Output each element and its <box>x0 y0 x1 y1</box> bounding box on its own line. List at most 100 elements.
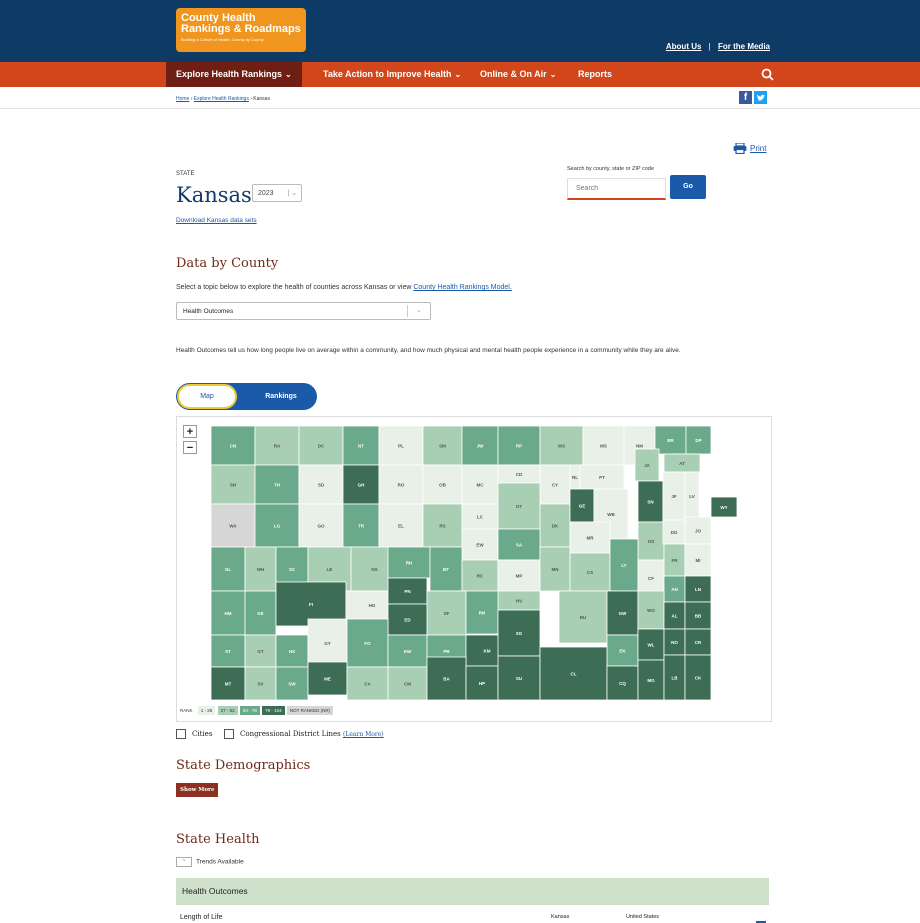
breadcrumb-sep: › <box>190 96 193 102</box>
county-label: AT <box>679 461 685 466</box>
county-label: RP <box>516 444 522 449</box>
legend-bin: 53 - 78 <box>239 706 260 715</box>
county-label: MG <box>647 678 655 683</box>
county-label: GW <box>619 611 628 616</box>
nav-label: Online & On Air <box>480 69 547 79</box>
legend-bin: NOT RANKED (NR) <box>286 706 334 715</box>
data-by-county-intro: Select a topic below to explore the heal… <box>176 284 512 291</box>
twitter-icon[interactable] <box>754 91 767 104</box>
health-rankings-model-link[interactable]: County Health Rankings Model. <box>413 284 511 291</box>
nav-reports[interactable]: Reports <box>578 62 612 87</box>
about-us-link[interactable]: About Us <box>666 42 702 51</box>
districts-label: Congressional District Lines <box>240 730 341 738</box>
county-label: LE <box>327 567 333 572</box>
county-label: JF <box>671 494 677 499</box>
nav-take-action[interactable]: Take Action to Improve Health ⌄ <box>323 62 461 87</box>
legend-bin: 79 - 104 <box>262 706 285 715</box>
county-label: LN <box>695 587 701 592</box>
county-label: SF <box>444 611 450 616</box>
county-label: RO <box>398 483 405 488</box>
trends-label: Trends Available <box>196 858 244 866</box>
cities-checkbox[interactable] <box>176 729 186 739</box>
county-label: KM <box>484 649 491 654</box>
chevron-down-icon: ⌄ <box>285 70 292 79</box>
county-label: SH <box>230 483 236 488</box>
county-label: PL <box>398 444 404 449</box>
show-more-button[interactable]: Show More <box>176 783 219 797</box>
print-button[interactable]: Print <box>733 142 766 155</box>
county-label: DK <box>552 524 559 529</box>
nav-explore-health-rankings[interactable]: Explore Health Rankings ⌄ <box>166 62 302 87</box>
search-icon[interactable] <box>760 67 776 83</box>
zoom-out-button[interactable]: − <box>183 441 197 454</box>
county-label: GT <box>257 649 264 654</box>
legend-label: RANK <box>180 708 193 713</box>
county-label: WL <box>648 643 655 648</box>
county-label: CS <box>587 570 593 575</box>
county-label: AL <box>672 614 678 619</box>
map-legend: RANK 1 - 26 27 - 52 53 - 78 79 - 104 NOT… <box>177 706 334 716</box>
chevron-down-icon: ⌄ <box>407 305 430 317</box>
main-nav: Explore Health Rankings ⌄ Take Action to … <box>0 62 920 87</box>
rankings-view-option[interactable]: Rankings <box>246 383 316 410</box>
county-label: SM <box>439 444 446 449</box>
search-go-button[interactable]: Go <box>670 175 706 199</box>
topic-select[interactable]: Health Outcomes ⌄ <box>176 302 431 320</box>
county-label: JO <box>695 529 702 534</box>
county-label: FO <box>364 641 371 646</box>
county-label: ST <box>225 649 231 654</box>
row-label: Length of Life <box>180 914 223 921</box>
breadcrumb-home[interactable]: Home <box>176 96 189 102</box>
breadcrumb: Home › Explore Health Rankings › Kansas <box>176 96 270 102</box>
county-label: OB <box>439 483 447 488</box>
year-value: 2023 <box>258 190 274 197</box>
top-header: County Health Rankings & Roadmaps Buildi… <box>0 0 920 62</box>
county-label: NO <box>671 640 678 645</box>
download-data-link[interactable]: Download Kansas data sets <box>176 217 257 224</box>
county-label: LV <box>689 494 694 499</box>
legend-bin: 1 - 26 <box>197 706 216 715</box>
state-demographics-heading: State Demographics <box>176 758 311 773</box>
county-label: MT <box>225 682 232 687</box>
view-toggle: Map Rankings <box>176 383 317 410</box>
learn-more-link[interactable]: (Learn More) <box>343 731 384 738</box>
county-label: CL <box>571 672 577 677</box>
county-label: SC <box>289 567 296 572</box>
nav-online-on-air[interactable]: Online & On Air ⌄ <box>480 62 556 87</box>
site-logo[interactable]: County Health Rankings & Roadmaps Buildi… <box>176 8 306 52</box>
county-label: NM <box>636 444 643 449</box>
year-select[interactable]: 2023 | ⌄ <box>252 184 302 202</box>
health-outcomes-section[interactable]: Health Outcomes <box>176 878 769 905</box>
county-map[interactable]: CN RA DC NT PL SM JW RP WS MS NM BR DP SH TH SD GH RO OB MC… <box>177 417 771 703</box>
cities-toggle[interactable]: Cities <box>176 729 212 739</box>
county-label: SN <box>647 500 653 505</box>
utility-links: About Us | For the Media <box>666 42 770 51</box>
for-the-media-link[interactable]: For the Media <box>718 42 770 51</box>
state-title: Kansas <box>176 183 252 207</box>
county-label: CK <box>695 676 702 681</box>
county-label: FI <box>309 602 313 607</box>
search-input[interactable] <box>567 178 666 200</box>
districts-toggle[interactable]: Congressional District Lines (Learn More… <box>224 729 384 739</box>
table-row[interactable]: Length of Life Kansas United States <box>176 909 769 923</box>
county-label: EW <box>476 543 484 548</box>
county-label: HS <box>289 649 295 654</box>
county-label: RA <box>274 444 281 449</box>
county-label: WA <box>229 524 237 529</box>
county-label: CM <box>404 682 411 687</box>
header-divider <box>0 108 920 109</box>
logo-tagline: Building a Culture of Health, County by … <box>181 37 264 42</box>
topic-value: Health Outcomes <box>183 308 234 315</box>
county-label: HM <box>225 611 232 616</box>
county-label: ME <box>324 677 331 682</box>
map-view-option[interactable]: Map <box>177 384 237 409</box>
breadcrumb-explore[interactable]: Explore Health Rankings <box>194 96 249 102</box>
zoom-in-button[interactable]: + <box>183 425 197 438</box>
county-label: WS <box>558 444 565 449</box>
county-label: FR <box>672 558 679 563</box>
trend-icon: ~ <box>176 857 192 867</box>
county-label: RN <box>479 611 486 616</box>
districts-checkbox[interactable] <box>224 729 234 739</box>
facebook-icon[interactable]: f <box>739 91 752 104</box>
county-label: RL <box>572 475 578 480</box>
